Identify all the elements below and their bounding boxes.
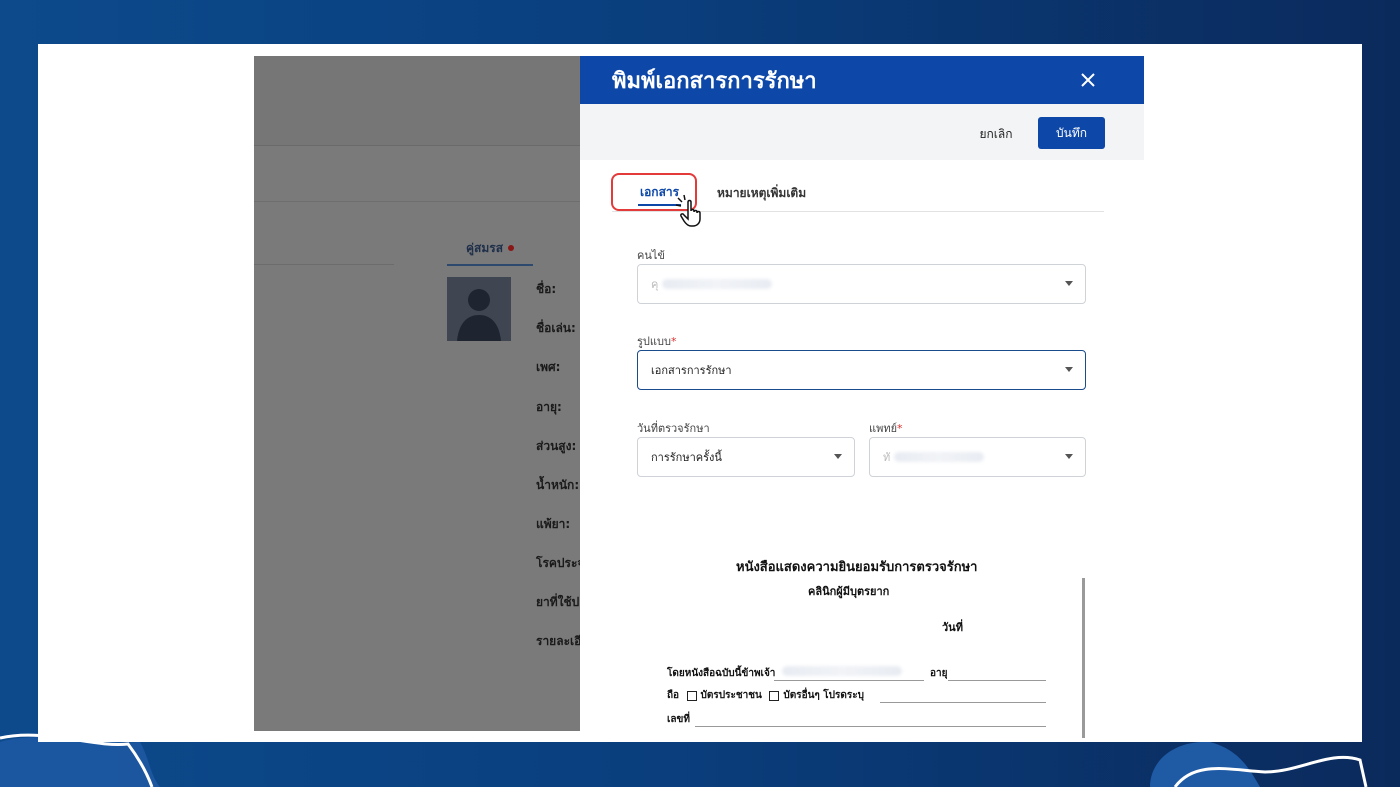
field-medication-label: ยาที่ใช้ป (536, 595, 580, 609)
document-hold-label: ถือ (667, 690, 680, 701)
avatar (447, 277, 511, 341)
tab-spouse-label: คู่สมรส (465, 240, 504, 255)
field-height-label: ส่วนสูง: (536, 439, 577, 453)
document-preview: หนังสือแสดงความยินยอมรับการตรวจรักษา คลิ… (650, 556, 1090, 742)
format-label: รูปแบบ* (637, 332, 676, 350)
format-select[interactable]: เอกสารการรักษา (637, 350, 1086, 390)
chevron-down-icon (1065, 281, 1073, 286)
document-subtitle: คลินิกผู้มีบุตรยาก (808, 585, 890, 598)
chevron-down-icon (834, 454, 842, 459)
screenshot-frame: คู่สมรส ชื่อ: ชื่อเล่น: เพศ: อายุ: ส่วนส… (38, 44, 1362, 742)
person-silhouette-icon (457, 289, 501, 341)
document-name-underline (774, 680, 924, 681)
chevron-down-icon (1065, 454, 1073, 459)
other-card-label: บัตรอื่นๆ โปรดระบุ (783, 690, 864, 701)
cancel-button[interactable]: ยกเลิก (968, 118, 1024, 150)
document-age-underline (948, 680, 1046, 681)
field-details-label: รายละเอี (536, 634, 582, 648)
patient-value-prefix: คุ (651, 278, 659, 291)
close-button[interactable] (1076, 68, 1100, 92)
app-header (254, 56, 584, 146)
checkbox-other-card[interactable] (769, 690, 780, 701)
exam-date-label: วันที่ตรวจรักษา (637, 422, 710, 435)
chevron-down-icon (1065, 367, 1073, 372)
app-toolbar (254, 146, 584, 202)
field-disease-label: โรคประจ (536, 556, 584, 570)
patient-select[interactable]: คุ (637, 264, 1086, 304)
id-card-label: บัตรประชาชน (700, 690, 762, 701)
document-title: หนังสือแสดงความยินยอมรับการตรวจรักษา (736, 560, 978, 575)
doctor-label: แพทย์* (869, 419, 903, 437)
tab-spouse[interactable]: คู่สมรส (447, 232, 533, 266)
field-gender-label: เพศ: (536, 360, 561, 374)
exam-date-select[interactable]: การรักษาครั้งนี้ (637, 437, 855, 477)
save-button[interactable]: บันทึก (1038, 117, 1105, 149)
patient-value-redacted (662, 279, 773, 289)
dialog-header: พิมพ์เอกสารการรักษา (580, 56, 1144, 104)
document-number-underline (695, 726, 1046, 727)
field-weight-label: น้ำหนัก: (536, 478, 580, 492)
patient-label: คนไข้ (637, 249, 665, 262)
field-nickname-label: ชื่อเล่น: (536, 321, 576, 335)
document-number-label: เลขที่ (667, 714, 690, 725)
required-mark: * (670, 335, 677, 348)
tab-divider (254, 264, 394, 265)
document-other-card-underline (880, 702, 1046, 703)
doctor-label-text: แพทย์ (869, 422, 898, 435)
field-age-label: อายุ: (536, 400, 562, 414)
field-name-label: ชื่อ: (536, 282, 557, 296)
document-name-redacted (782, 666, 902, 676)
doctor-select[interactable]: ทั (869, 437, 1086, 477)
checkbox-id-card[interactable] (686, 690, 697, 701)
background-app: คู่สมรส ชื่อ: ชื่อเล่น: เพศ: อายุ: ส่วนส… (254, 56, 584, 731)
document-line1-label: โดยหนังสือฉบับนี้ข้าพเจ้า (667, 668, 776, 679)
dialog-title: พิมพ์เอกสารการรักษา (612, 68, 817, 94)
document-age-label: อายุ (930, 668, 948, 679)
format-value: เอกสารการรักษา (651, 364, 732, 377)
field-allergy-label: แพ้ยา: (536, 517, 571, 531)
document-date-label: วันที่ (942, 621, 963, 634)
close-icon (1081, 73, 1095, 87)
doctor-value-prefix: ทั (883, 451, 891, 464)
print-document-dialog: พิมพ์เอกสารการรักษา ยกเลิก บันทึก เอกสาร… (580, 56, 1144, 742)
document-hold-line: ถือ บัตรประชาชน บัตรอื่นๆ โปรดระบุ (667, 688, 864, 703)
hand-pointer-icon (675, 194, 701, 227)
tab-additional-notes[interactable]: หมายเหตุเพิ่มเติม (717, 180, 806, 206)
document-scrollbar[interactable] (1082, 578, 1085, 738)
required-dot-icon (508, 245, 515, 251)
doctor-value-redacted (894, 452, 985, 462)
required-mark: * (897, 422, 903, 435)
exam-date-value: การรักษาครั้งนี้ (651, 451, 722, 464)
format-label-text: รูปแบบ (637, 335, 671, 348)
